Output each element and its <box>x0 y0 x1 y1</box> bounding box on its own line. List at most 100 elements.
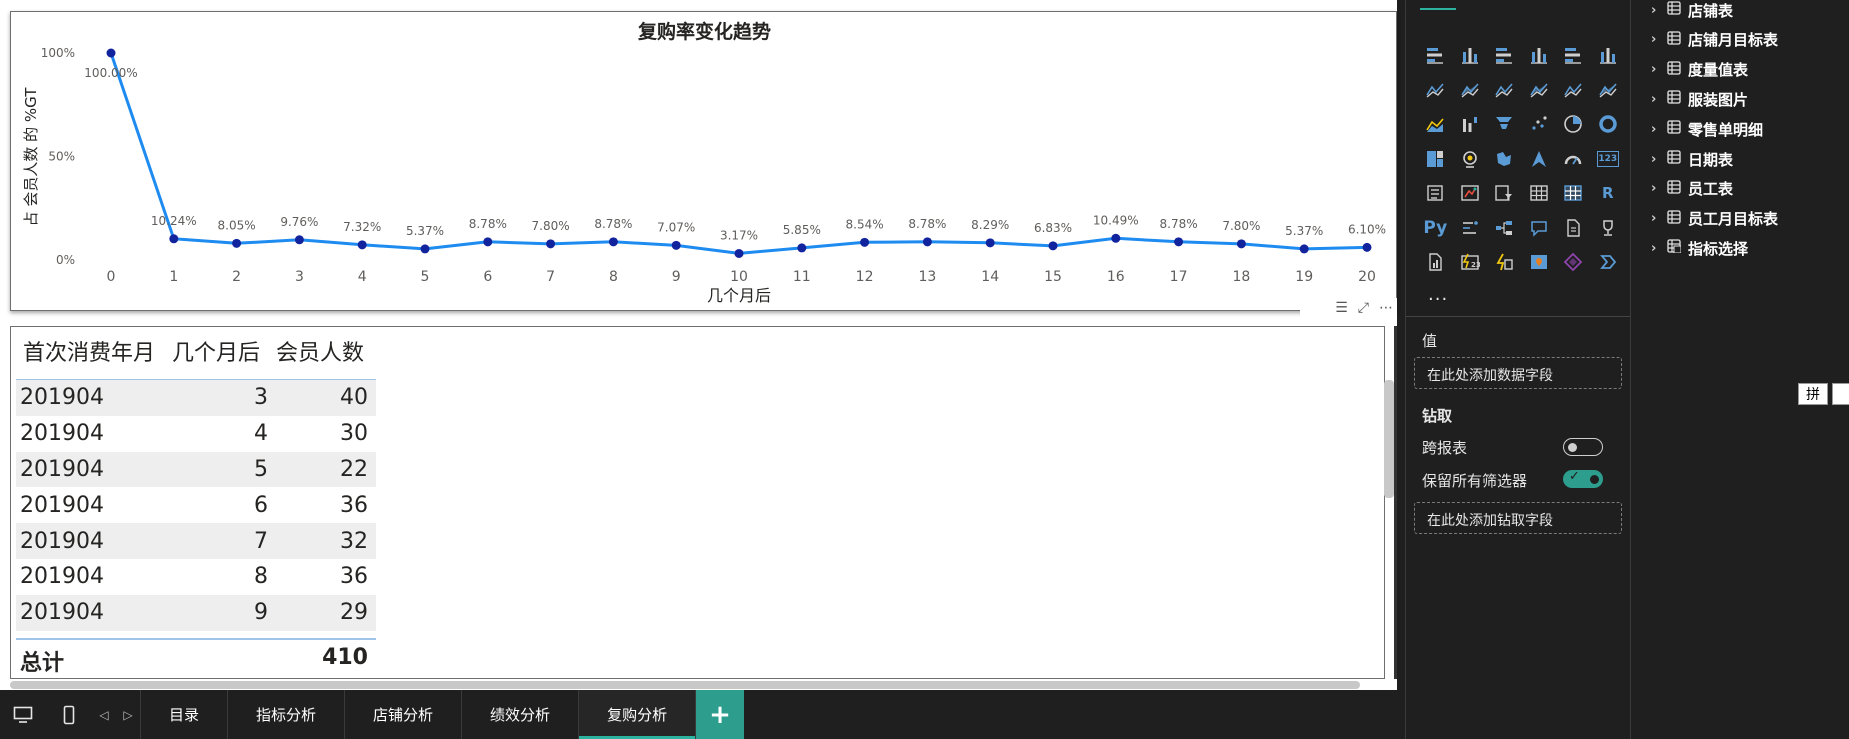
filled-map-icon[interactable] <box>1453 142 1488 177</box>
field-table-item[interactable]: › 员工月目标表 <box>1651 207 1778 231</box>
shape-map-icon[interactable] <box>1487 142 1522 177</box>
multi-row-card-icon[interactable] <box>1418 176 1453 211</box>
chevron-right-icon[interactable]: › <box>1651 62 1665 77</box>
column-header[interactable]: 几个月后 <box>168 335 276 375</box>
slicer-icon[interactable] <box>1487 176 1522 211</box>
clustered-column-icon[interactable] <box>1522 38 1557 73</box>
donut-chart-icon[interactable] <box>1556 107 1591 142</box>
smart-narrative-icon[interactable] <box>1556 211 1591 246</box>
ime-indicator[interactable]: 拼 <box>1798 383 1828 405</box>
get-more-visuals-icon[interactable] <box>1591 245 1626 280</box>
chevron-right-icon[interactable]: › <box>1651 32 1665 47</box>
x-tick-label: 8 <box>609 269 618 285</box>
focus-mode-icon[interactable]: ⤢ <box>1358 301 1369 315</box>
line-clustered-column-icon[interactable] <box>1556 73 1591 108</box>
field-table-item[interactable]: › 店铺月目标表 <box>1651 28 1778 52</box>
vertical-scrollbar[interactable] <box>1384 380 1394 498</box>
more-options-icon[interactable]: ⋯ <box>1379 301 1393 315</box>
tab-performance-analysis[interactable]: 绩效分析 <box>462 690 580 739</box>
field-table-item[interactable]: › 员工表 <box>1651 177 1733 201</box>
chevron-right-icon[interactable]: › <box>1651 211 1665 226</box>
x-tick-label: 12 <box>856 269 874 285</box>
chevron-right-icon[interactable]: › <box>1651 92 1665 107</box>
table-row[interactable]: 201904 8 36 <box>16 559 376 595</box>
field-table-item[interactable]: › 日期表 <box>1651 147 1733 171</box>
line-chart-visual[interactable]: 复购率变化趋势 0% 50% 100% 0 1 2 3 4 5 6 7 8 9 10 11 12 13 14 15 1… <box>10 11 1397 311</box>
paginated-report-icon[interactable] <box>1418 245 1453 280</box>
build-visual-tab[interactable] <box>1420 0 1456 10</box>
keep-all-filters-toggle[interactable]: ✓ <box>1563 469 1603 488</box>
python-visual-icon[interactable]: Py <box>1418 211 1453 246</box>
azure-map-icon[interactable] <box>1522 142 1557 177</box>
power-apps-icon[interactable]: 23 <box>1453 245 1488 280</box>
gauge-icon[interactable] <box>1556 142 1591 177</box>
table-row[interactable]: 201904 6 36 <box>16 487 376 523</box>
custom-visual-icon[interactable] <box>1556 245 1591 280</box>
add-page-button[interactable]: + <box>696 690 745 739</box>
table-row[interactable]: 201904 3 40 <box>16 380 376 416</box>
treemap-icon[interactable] <box>1591 107 1626 142</box>
chevron-right-icon[interactable]: › <box>1651 122 1665 137</box>
desktop-layout-icon[interactable] <box>0 690 46 739</box>
field-table-item[interactable]: › 零售单明细 <box>1651 117 1763 141</box>
chevron-right-icon[interactable]: › <box>1651 181 1665 196</box>
stacked-area-icon[interactable] <box>1487 73 1522 108</box>
line-stacked-column-icon[interactable] <box>1522 73 1557 108</box>
table-row[interactable]: 201904 5 22 <box>16 451 376 488</box>
chevron-right-icon[interactable]: › <box>1651 3 1665 18</box>
tab-repurchase-analysis[interactable]: 复购分析 <box>579 690 697 739</box>
funnel-icon[interactable] <box>1453 107 1488 142</box>
power-automate-icon[interactable] <box>1487 245 1522 280</box>
table-icon[interactable] <box>1522 176 1557 211</box>
field-table-item[interactable]: › 服装图片 <box>1651 87 1748 111</box>
area-chart-icon[interactable] <box>1453 73 1488 108</box>
waterfall-icon[interactable] <box>1418 107 1453 142</box>
horizontal-scrollbar[interactable] <box>10 681 1360 689</box>
tab-store-analysis[interactable]: 店铺分析 <box>345 690 463 739</box>
tab-directory[interactable]: 目录 <box>141 690 229 739</box>
trophy-icon[interactable] <box>1591 211 1626 246</box>
column-header[interactable]: 会员人数 <box>276 335 386 375</box>
table-row[interactable]: 201904 7 32 <box>16 523 376 559</box>
chevron-right-icon[interactable]: ▷ <box>123 708 132 722</box>
more-visuals-icon[interactable]: ... <box>1428 284 1448 305</box>
mobile-layout-icon[interactable] <box>46 690 92 739</box>
chevron-right-icon[interactable]: › <box>1651 241 1665 256</box>
decomposition-tree-icon[interactable] <box>1487 211 1522 246</box>
tab-metric-analysis[interactable]: 指标分析 <box>228 690 346 739</box>
table-cell: 7 <box>254 528 268 554</box>
chevron-right-icon[interactable]: › <box>1651 152 1665 167</box>
calculated-table-icon <box>1665 239 1688 257</box>
matrix-icon[interactable] <box>1556 176 1591 211</box>
field-table-item[interactable]: › 度量值表 <box>1651 58 1748 82</box>
table-row[interactable]: 201904 4 30 <box>16 416 376 452</box>
100-stacked-column-icon[interactable] <box>1591 38 1626 73</box>
table-row[interactable]: 201904 9 29 <box>16 594 376 631</box>
ime-mode-icon[interactable] <box>1832 383 1849 405</box>
arcgis-map-icon[interactable] <box>1522 245 1557 280</box>
chevron-left-icon[interactable]: ◁ <box>99 708 108 722</box>
stacked-bar-icon[interactable] <box>1418 38 1453 73</box>
values-drop-zone[interactable]: 在此处添加数据字段 <box>1414 357 1622 389</box>
line-chart-icon[interactable] <box>1418 73 1453 108</box>
scatter-icon[interactable] <box>1487 107 1522 142</box>
100-stacked-bar-icon[interactable] <box>1556 38 1591 73</box>
drillthrough-drop-zone[interactable]: 在此处添加钻取字段 <box>1414 502 1622 534</box>
pie-chart-icon[interactable] <box>1522 107 1557 142</box>
table-visual[interactable]: 首次消费年月 几个月后 会员人数 201904 3 40 201904 4 30 201… <box>10 326 1385 679</box>
kpi-icon[interactable] <box>1453 176 1488 211</box>
filter-icon[interactable]: ☰ <box>1335 301 1348 315</box>
r-visual-icon[interactable]: R <box>1591 176 1626 211</box>
qa-icon[interactable] <box>1522 211 1557 246</box>
key-influencers-icon[interactable] <box>1453 211 1488 246</box>
ribbon-chart-icon[interactable] <box>1591 73 1626 108</box>
field-table-item[interactable]: › 指标选择 <box>1651 236 1748 260</box>
map-icon[interactable] <box>1418 142 1453 177</box>
clustered-bar-icon[interactable] <box>1487 38 1522 73</box>
card-icon[interactable]: 123 <box>1591 142 1626 177</box>
stacked-column-icon[interactable] <box>1453 38 1488 73</box>
column-header[interactable]: 首次消费年月 <box>11 335 168 375</box>
field-table-item[interactable]: › 店铺表 <box>1651 0 1733 22</box>
format-visual-tab[interactable] <box>1470 0 1506 8</box>
cross-report-toggle[interactable] <box>1563 438 1603 456</box>
